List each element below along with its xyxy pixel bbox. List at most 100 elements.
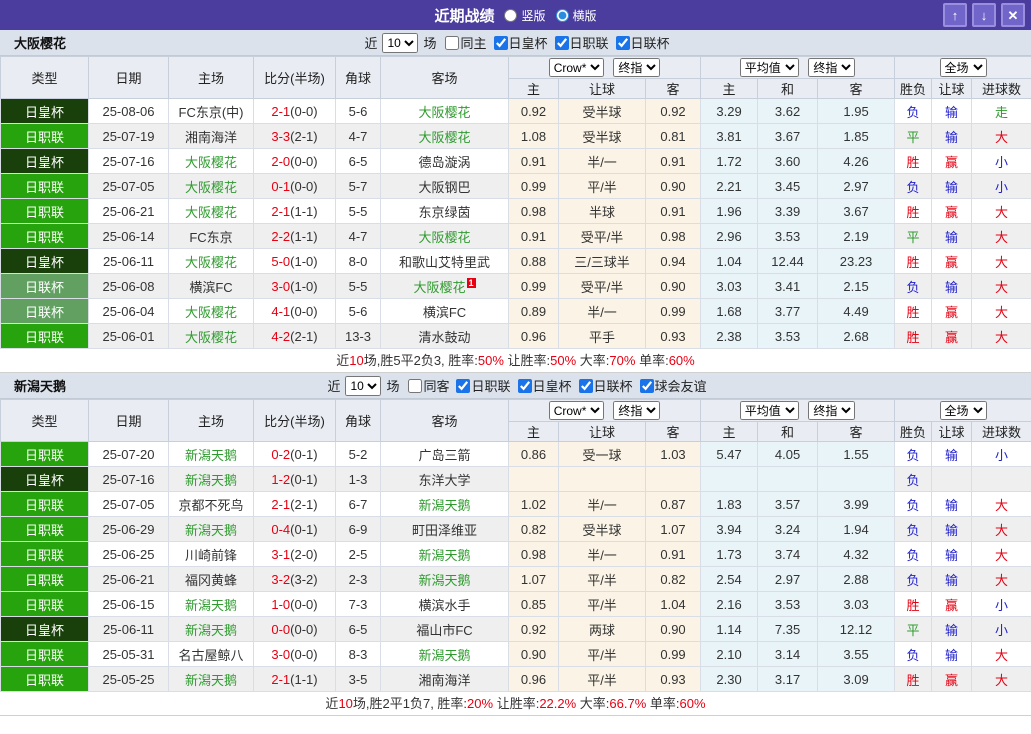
league-checkbox-label[interactable]: 日联杯	[615, 33, 670, 52]
summary-part: 场,胜2平1负7, 胜率:	[352, 696, 468, 711]
halftime-score: (2-1)	[290, 128, 318, 144]
league-checkbox-label[interactable]: 日联杯	[578, 376, 633, 395]
handicap-home-odds: 0.98	[508, 198, 559, 224]
odds-stage-select[interactable]: 终指	[613, 58, 661, 77]
layout-horizontal-option[interactable]: 横版	[555, 7, 597, 24]
summary-part: 22.2%	[539, 696, 577, 711]
league-checkbox[interactable]	[554, 35, 569, 50]
avg-stage-select[interactable]: 终指	[808, 58, 856, 77]
section-osaka-sakura: 大阪樱花 近 10 场同主 日皇杯 日职联 日联杯 类型 日期 主场 比分(半场) 角球 …	[0, 30, 1031, 373]
near-count-select[interactable]: 10	[345, 375, 382, 396]
halftime-score: (0-0)	[290, 103, 318, 119]
avg-away-odds: 3.09	[817, 666, 896, 692]
avg-draw-odds: 3.41	[757, 273, 819, 299]
avg-draw-odds: 3.67	[757, 123, 819, 149]
vertical-radio-label: 竖版	[521, 8, 546, 23]
league-checkbox-label[interactable]: 日职联	[456, 376, 511, 395]
corner-cell: 6-7	[335, 491, 381, 517]
handicap-line: 受平/半	[558, 273, 646, 299]
type-badge: 日联杯	[0, 298, 89, 324]
handicap-home-odds: 0.99	[508, 173, 559, 199]
league-checkbox[interactable]	[517, 378, 532, 393]
result-goals: 大	[971, 248, 1031, 274]
avg-stage-select[interactable]: 终指	[808, 401, 856, 420]
move-down-button[interactable]: ↓	[972, 3, 996, 27]
handicap-line: 受平/半	[558, 223, 646, 249]
home-team-cell: 川崎前锋	[168, 541, 254, 567]
corner-cell: 5-6	[335, 298, 381, 324]
league-checkbox[interactable]	[578, 378, 593, 393]
score-cell: 1-0(0-0)	[253, 591, 336, 617]
fulltime-score: 3-2	[271, 571, 291, 587]
odds-company-select[interactable]: Crow*	[548, 401, 604, 420]
near-label: 近	[364, 36, 378, 51]
same-venue-checkbox-label[interactable]: 同主	[445, 33, 487, 52]
result-goals: 大	[971, 516, 1031, 542]
result-wdl: 胜	[894, 323, 933, 349]
near-label: 近	[327, 379, 341, 394]
result-goals: 大	[971, 223, 1031, 249]
same-venue-checkbox[interactable]	[408, 378, 423, 393]
fulltime-score: 2-1	[271, 103, 291, 119]
result-goals: 大	[971, 491, 1031, 517]
col-result-wdl: 胜负	[894, 78, 933, 99]
result-handicap: 输	[931, 123, 973, 149]
odds-company-select[interactable]: Crow*	[548, 58, 604, 77]
summary-part: 66.7%	[609, 696, 647, 711]
summary-part: 20%	[467, 696, 494, 711]
handicap-home-odds: 0.99	[508, 273, 559, 299]
vertical-radio[interactable]	[504, 8, 518, 22]
date-cell: 25-06-21	[88, 566, 169, 592]
horizontal-radio[interactable]	[555, 8, 569, 22]
league-checkbox-label[interactable]: 球会友谊	[639, 376, 707, 395]
fulltime-score: 2-1	[271, 671, 291, 687]
result-handicap: 输	[931, 566, 973, 592]
match-row: 日职联 25-06-21 福冈黄蜂 3-2(3-2) 2-3 新潟天鹅 1.07 平/半 0.8…	[0, 566, 1031, 592]
league-checkbox-label[interactable]: 日皇杯	[517, 376, 572, 395]
summary-part: 让胜率:	[493, 696, 540, 711]
summary-part: 50%	[550, 353, 577, 368]
result-goals: 大	[971, 666, 1031, 692]
scope-group-header: 全场	[894, 56, 1031, 79]
corner-cell: 6-5	[335, 148, 381, 174]
close-button[interactable]: ✕	[1001, 3, 1025, 27]
corner-cell: 4-7	[335, 223, 381, 249]
result-wdl: 胜	[894, 591, 933, 617]
date-cell: 25-07-05	[88, 173, 169, 199]
league-checkbox[interactable]	[493, 35, 508, 50]
handicap-line: 平/半	[558, 666, 646, 692]
layout-vertical-option[interactable]: 竖版	[504, 7, 546, 24]
scope-select[interactable]: 全场	[939, 58, 987, 77]
result-handicap: 输	[931, 491, 973, 517]
fulltime-score: 0-4	[271, 521, 291, 537]
team-name: 新潟天鹅	[14, 379, 67, 394]
handicap-away-odds: 0.93	[644, 666, 702, 692]
move-up-button[interactable]: ↑	[943, 3, 967, 27]
result-wdl: 负	[894, 541, 933, 567]
odds-stage-select[interactable]: 终指	[613, 401, 661, 420]
league-checkbox[interactable]	[456, 378, 471, 393]
type-badge: 日职联	[0, 641, 89, 667]
handicap-home-odds: 0.85	[508, 591, 559, 617]
match-row: 日职联 25-07-20 新潟天鹅 0-2(0-1) 5-2 广岛三箭 0.86 受一球 1.0…	[0, 441, 1031, 467]
league-checkbox-label[interactable]: 日职联	[554, 33, 609, 52]
scope-select[interactable]: 全场	[939, 401, 987, 420]
avg-source-select[interactable]: 平均值	[739, 58, 799, 77]
summary-part: 60%	[679, 696, 706, 711]
near-count-select[interactable]: 10	[382, 32, 419, 53]
avg-draw-odds: 3.60	[757, 148, 819, 174]
score-cell: 3-0(1-0)	[253, 273, 336, 299]
same-venue-checkbox[interactable]	[445, 35, 460, 50]
league-checkbox[interactable]	[615, 35, 630, 50]
section-header: 新潟天鹅 近 10 场同客 日职联 日皇杯 日联杯 球会友谊	[0, 373, 1031, 399]
summary-part: 让胜率:	[503, 353, 551, 368]
match-row: 日职联 25-05-31 名古屋鲸八 3-0(0-0) 8-3 新潟天鹅 0.90 平/半 0.…	[0, 641, 1031, 667]
same-venue-checkbox-label[interactable]: 同客	[408, 376, 449, 395]
avg-source-select[interactable]: 平均值	[739, 401, 799, 420]
league-checkbox[interactable]	[639, 378, 654, 393]
games-label: 场	[423, 36, 437, 51]
result-handicap: 赢	[931, 198, 973, 224]
fulltime-score: 3-1	[271, 546, 291, 562]
league-checkbox-label[interactable]: 日皇杯	[493, 33, 548, 52]
avg-home-odds: 3.94	[700, 516, 759, 542]
